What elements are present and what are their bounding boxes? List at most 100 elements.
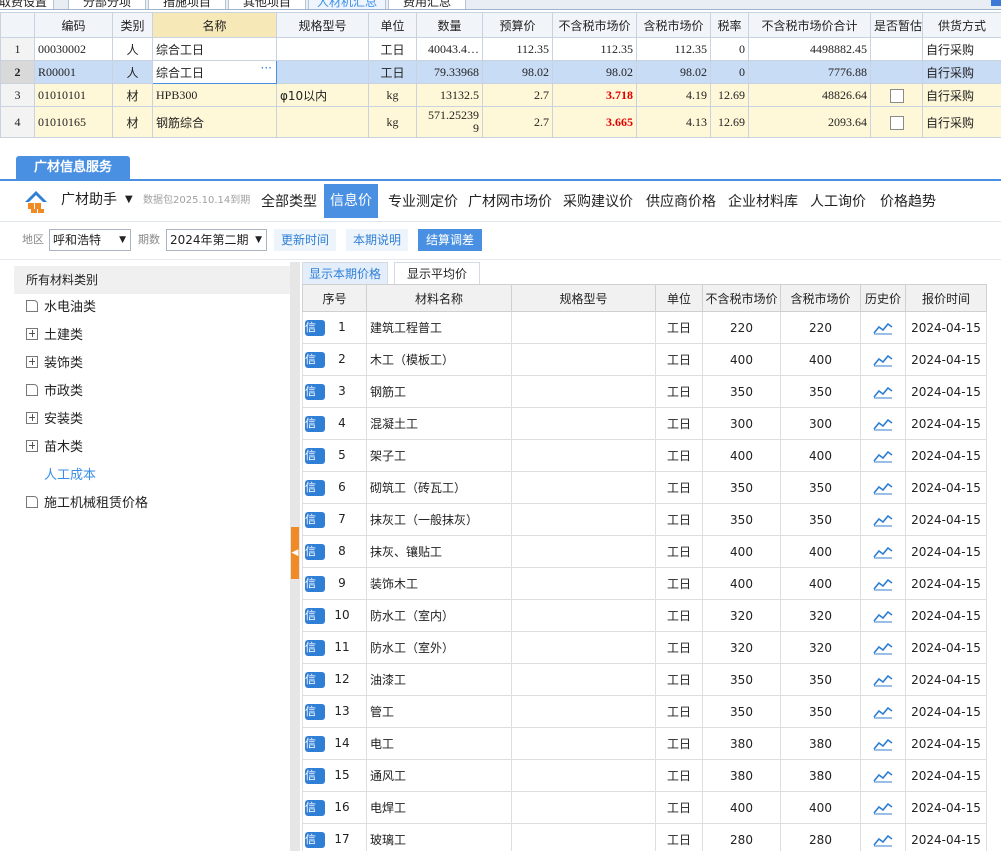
region-select[interactable]: 呼和浩特 ▼	[49, 229, 131, 251]
ellipsis-button[interactable]: ···	[261, 62, 272, 76]
header-unit[interactable]: 单位	[368, 12, 417, 38]
cell-quote-date[interactable]: 2024-04-15	[905, 759, 987, 792]
cell-spec[interactable]	[511, 535, 656, 568]
info-badge[interactable]: 信	[305, 479, 325, 496]
cell-price-ex-tax[interactable]: 320	[702, 599, 781, 632]
cell-history-price[interactable]	[860, 407, 906, 440]
cell-quote-date[interactable]: 2024-04-15	[905, 631, 987, 664]
cell-seq[interactable]: 信 16	[302, 791, 367, 824]
cell-seq[interactable]: 信 14	[302, 727, 367, 760]
cell-material-name[interactable]: 玻璃工	[366, 823, 512, 851]
trend-chart-icon[interactable]	[873, 449, 893, 463]
table-row[interactable]: 信 13 管工 工日 350 350 2024-04-15	[302, 695, 987, 728]
trend-chart-icon[interactable]	[873, 417, 893, 431]
estimate-checkbox[interactable]	[889, 115, 904, 130]
cell-history-price[interactable]	[860, 343, 906, 376]
cell-quote-date[interactable]: 2024-04-15	[905, 791, 987, 824]
cell-material-name[interactable]: 通风工	[366, 759, 512, 792]
tab-info-price[interactable]: 信息价	[324, 184, 378, 218]
cell-market-price-inc-tax[interactable]: 112.35	[636, 37, 711, 61]
cell-material-name[interactable]: 装饰木工	[366, 567, 512, 600]
header-price-inc-tax[interactable]: 含税市场价	[780, 284, 861, 312]
header-spec[interactable]: 规格型号	[511, 284, 656, 312]
cell-material-name[interactable]: 钢筋工	[366, 375, 512, 408]
tree-item-labor-cost[interactable]: 人工成本	[44, 465, 96, 487]
header-material-name[interactable]: 材料名称	[366, 284, 512, 312]
cell-history-price[interactable]	[860, 503, 906, 536]
cell-spec[interactable]	[511, 343, 656, 376]
cell-price-ex-tax[interactable]: 280	[702, 823, 781, 851]
cell-history-price[interactable]	[860, 535, 906, 568]
cell-unit[interactable]: 工日	[655, 823, 703, 851]
cell-is-estimate[interactable]	[870, 60, 923, 84]
cell-spec[interactable]	[511, 695, 656, 728]
info-badge[interactable]: 信	[305, 543, 325, 560]
tab-current-price[interactable]: 显示本期价格	[302, 262, 388, 284]
cell-price-inc-tax[interactable]: 350	[780, 471, 861, 504]
tab-enterprise-library[interactable]: 企业材料库	[722, 189, 804, 215]
cell-budget-price[interactable]: 2.7	[482, 83, 553, 107]
cell-price-ex-tax[interactable]: 350	[702, 663, 781, 696]
cell-category[interactable]: 材	[112, 83, 153, 107]
header-quote-date[interactable]: 报价时间	[905, 284, 987, 312]
cell-quote-date[interactable]: 2024-04-15	[905, 503, 987, 536]
tab-sub-items[interactable]: 分部分项	[68, 0, 146, 9]
cell-category[interactable]: 人	[112, 60, 153, 84]
cell-seq[interactable]: 信 13	[302, 695, 367, 728]
cell-spec[interactable]	[511, 727, 656, 760]
cell-price-inc-tax[interactable]: 280	[780, 823, 861, 851]
table-row[interactable]: 1 00030002 人 综合工日 工日 40043.4… 112.35 112…	[0, 37, 1001, 61]
cell-seq[interactable]: 信4	[302, 407, 367, 440]
cell-quote-date[interactable]: 2024-04-15	[905, 471, 987, 504]
cell-market-price-inc-tax[interactable]: 98.02	[636, 60, 711, 84]
tab-fee-summary[interactable]: 费用汇总	[388, 0, 466, 9]
cell-quote-date[interactable]: 2024-04-15	[905, 439, 987, 472]
cell-unit[interactable]: 工日	[655, 535, 703, 568]
tree-item-machinery-rental[interactable]: 施工机械租赁价格	[26, 493, 148, 515]
cell-name[interactable]: 综合工日	[152, 37, 277, 61]
cell-quote-date[interactable]: 2024-04-15	[905, 311, 987, 344]
trend-chart-icon[interactable]	[873, 737, 893, 751]
cell-seq[interactable]: 信1	[302, 311, 367, 344]
cell-spec[interactable]	[511, 599, 656, 632]
info-badge[interactable]: 信	[305, 415, 325, 432]
table-row[interactable]: 信 2 木工（模板工） 工日 400 400 2024-04-15	[302, 343, 987, 376]
cell-seq[interactable]: 信5	[302, 439, 367, 472]
cell-market-price-ex-tax[interactable]: 98.02	[552, 60, 637, 84]
cell-quantity[interactable]: 571.25239 9	[416, 106, 483, 138]
trend-chart-icon[interactable]	[873, 833, 893, 847]
cell-tax-rate[interactable]: 12.69	[710, 106, 749, 138]
trend-chart-icon[interactable]	[873, 577, 893, 591]
cell-spec[interactable]	[511, 631, 656, 664]
cell-unit[interactable]: 工日	[368, 37, 417, 61]
trend-chart-icon[interactable]	[873, 641, 893, 655]
cell-market-price-ex-tax[interactable]: 3.665	[552, 106, 637, 138]
cell-budget-price[interactable]: 112.35	[482, 37, 553, 61]
cell-material-name[interactable]: 抹灰工（一般抹灰）	[366, 503, 512, 536]
cell-market-price-inc-tax[interactable]: 4.13	[636, 106, 711, 138]
cell-material-name[interactable]: 管工	[366, 695, 512, 728]
cell-unit[interactable]: 工日	[655, 695, 703, 728]
cell-history-price[interactable]	[860, 311, 906, 344]
cell-seq[interactable]: 信8	[302, 535, 367, 568]
cell-material-name[interactable]: 油漆工	[366, 663, 512, 696]
cell-spec[interactable]	[276, 60, 369, 84]
table-row[interactable]: 信 1 建筑工程普工 工日 220 220 2024-04-15	[302, 311, 987, 344]
table-row[interactable]: 信 10 防水工（室内） 工日 320 320 2024-04-15	[302, 599, 987, 632]
tree-item-installation[interactable]: 安装类	[26, 409, 83, 431]
header-seq[interactable]: 序号	[302, 284, 367, 312]
cell-price-inc-tax[interactable]: 220	[780, 311, 861, 344]
header-market-price-ex-tax[interactable]: 不含税市场价	[552, 12, 637, 38]
cell-price-inc-tax[interactable]: 400	[780, 439, 861, 472]
trend-chart-icon[interactable]	[873, 545, 893, 559]
trend-chart-icon[interactable]	[873, 385, 893, 399]
table-row[interactable]: 信 8 抹灰、镶贴工 工日 400 400 2024-04-15	[302, 535, 987, 568]
cell-name-editing[interactable]: 综合工日 ···	[152, 60, 277, 84]
cell-material-name[interactable]: 电焊工	[366, 791, 512, 824]
cell-price-ex-tax[interactable]: 380	[702, 727, 781, 760]
cell-seq[interactable]: 信3	[302, 375, 367, 408]
cell-price-ex-tax[interactable]: 350	[702, 695, 781, 728]
period-explain-button[interactable]: 本期说明	[346, 229, 408, 251]
info-badge[interactable]: 信	[305, 831, 325, 848]
cell-unit[interactable]: 工日	[655, 375, 703, 408]
